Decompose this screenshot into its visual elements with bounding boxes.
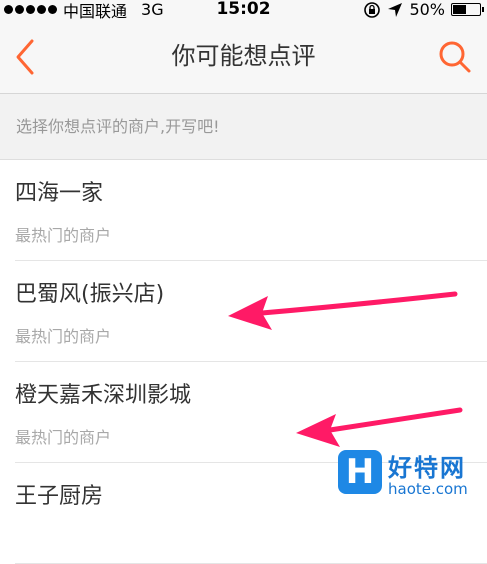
annotation-arrow-icon — [296, 407, 463, 447]
watermark-url: haote.com — [388, 480, 468, 498]
watermark-logo: H — [338, 450, 382, 494]
annotation-arrows — [228, 291, 463, 447]
watermark-name: 好特网 — [388, 454, 466, 482]
watermark: H 好特网 haote.com — [332, 446, 487, 504]
annotation-arrow-icon — [228, 291, 458, 330]
